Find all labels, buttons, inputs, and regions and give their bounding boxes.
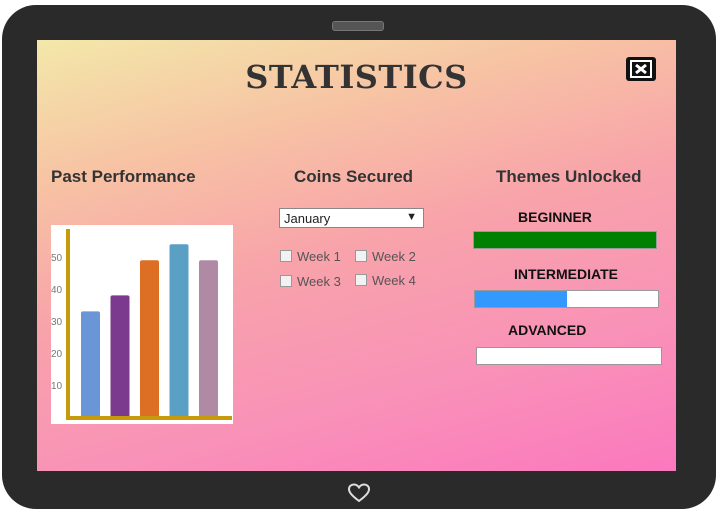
chart-bar <box>81 311 100 417</box>
intermediate-progress-bar <box>474 290 659 308</box>
checkbox-icon <box>280 250 292 262</box>
beginner-label: BEGINNER <box>518 209 592 225</box>
checkbox-icon <box>280 275 292 287</box>
advanced-progress-bar <box>476 347 662 365</box>
chart-bar <box>110 295 130 417</box>
chart-bar <box>169 244 189 417</box>
heart-icon[interactable] <box>347 483 371 503</box>
checkbox-icon <box>355 250 367 262</box>
advanced-label: ADVANCED <box>508 322 587 338</box>
past-performance-heading: Past Performance <box>51 167 196 186</box>
week-1-checkbox[interactable]: Week 1 <box>280 249 341 264</box>
y-tick-label: 20 <box>51 349 63 360</box>
y-axis <box>66 229 70 419</box>
week-2-label: Week 2 <box>372 249 416 264</box>
checkbox-icon <box>355 274 367 286</box>
y-tick-label: 40 <box>51 285 63 296</box>
week-3-checkbox[interactable]: Week 3 <box>280 274 341 289</box>
week-4-label: Week 4 <box>372 273 416 288</box>
bar-chart-svg: 10 20 30 40 50 <box>51 229 232 420</box>
page-title: STATISTICS <box>245 58 468 96</box>
chart-bar <box>140 260 159 417</box>
dropdown-arrow-icon: ▼ <box>406 211 417 223</box>
week-4-checkbox[interactable]: Week 4 <box>355 273 416 288</box>
intermediate-progress-fill <box>475 291 567 307</box>
y-tick-label: 10 <box>51 381 63 392</box>
chart-bar <box>199 260 218 417</box>
month-select-value: January <box>284 211 331 226</box>
beginner-progress-fill <box>474 232 656 248</box>
coins-secured-heading: Coins Secured <box>294 167 414 186</box>
week-3-label: Week 3 <box>297 274 341 289</box>
month-select[interactable]: January ▼ <box>279 208 424 228</box>
week-1-label: Week 1 <box>297 249 341 264</box>
x-axis <box>66 416 232 420</box>
intermediate-label: INTERMEDIATE <box>514 266 618 282</box>
y-tick-label: 30 <box>51 317 63 328</box>
beginner-progress-bar <box>473 231 657 249</box>
past-performance-chart: 10 20 30 40 50 <box>51 225 233 424</box>
speaker-grille <box>332 21 384 31</box>
week-2-checkbox[interactable]: Week 2 <box>355 249 416 264</box>
close-x-icon <box>630 60 652 78</box>
statistics-screen: STATISTICS Past Performance Coins Secure… <box>37 40 676 471</box>
themes-unlocked-heading: Themes Unlocked <box>496 167 642 186</box>
close-button[interactable] <box>626 57 656 81</box>
y-tick-label: 50 <box>51 253 63 264</box>
